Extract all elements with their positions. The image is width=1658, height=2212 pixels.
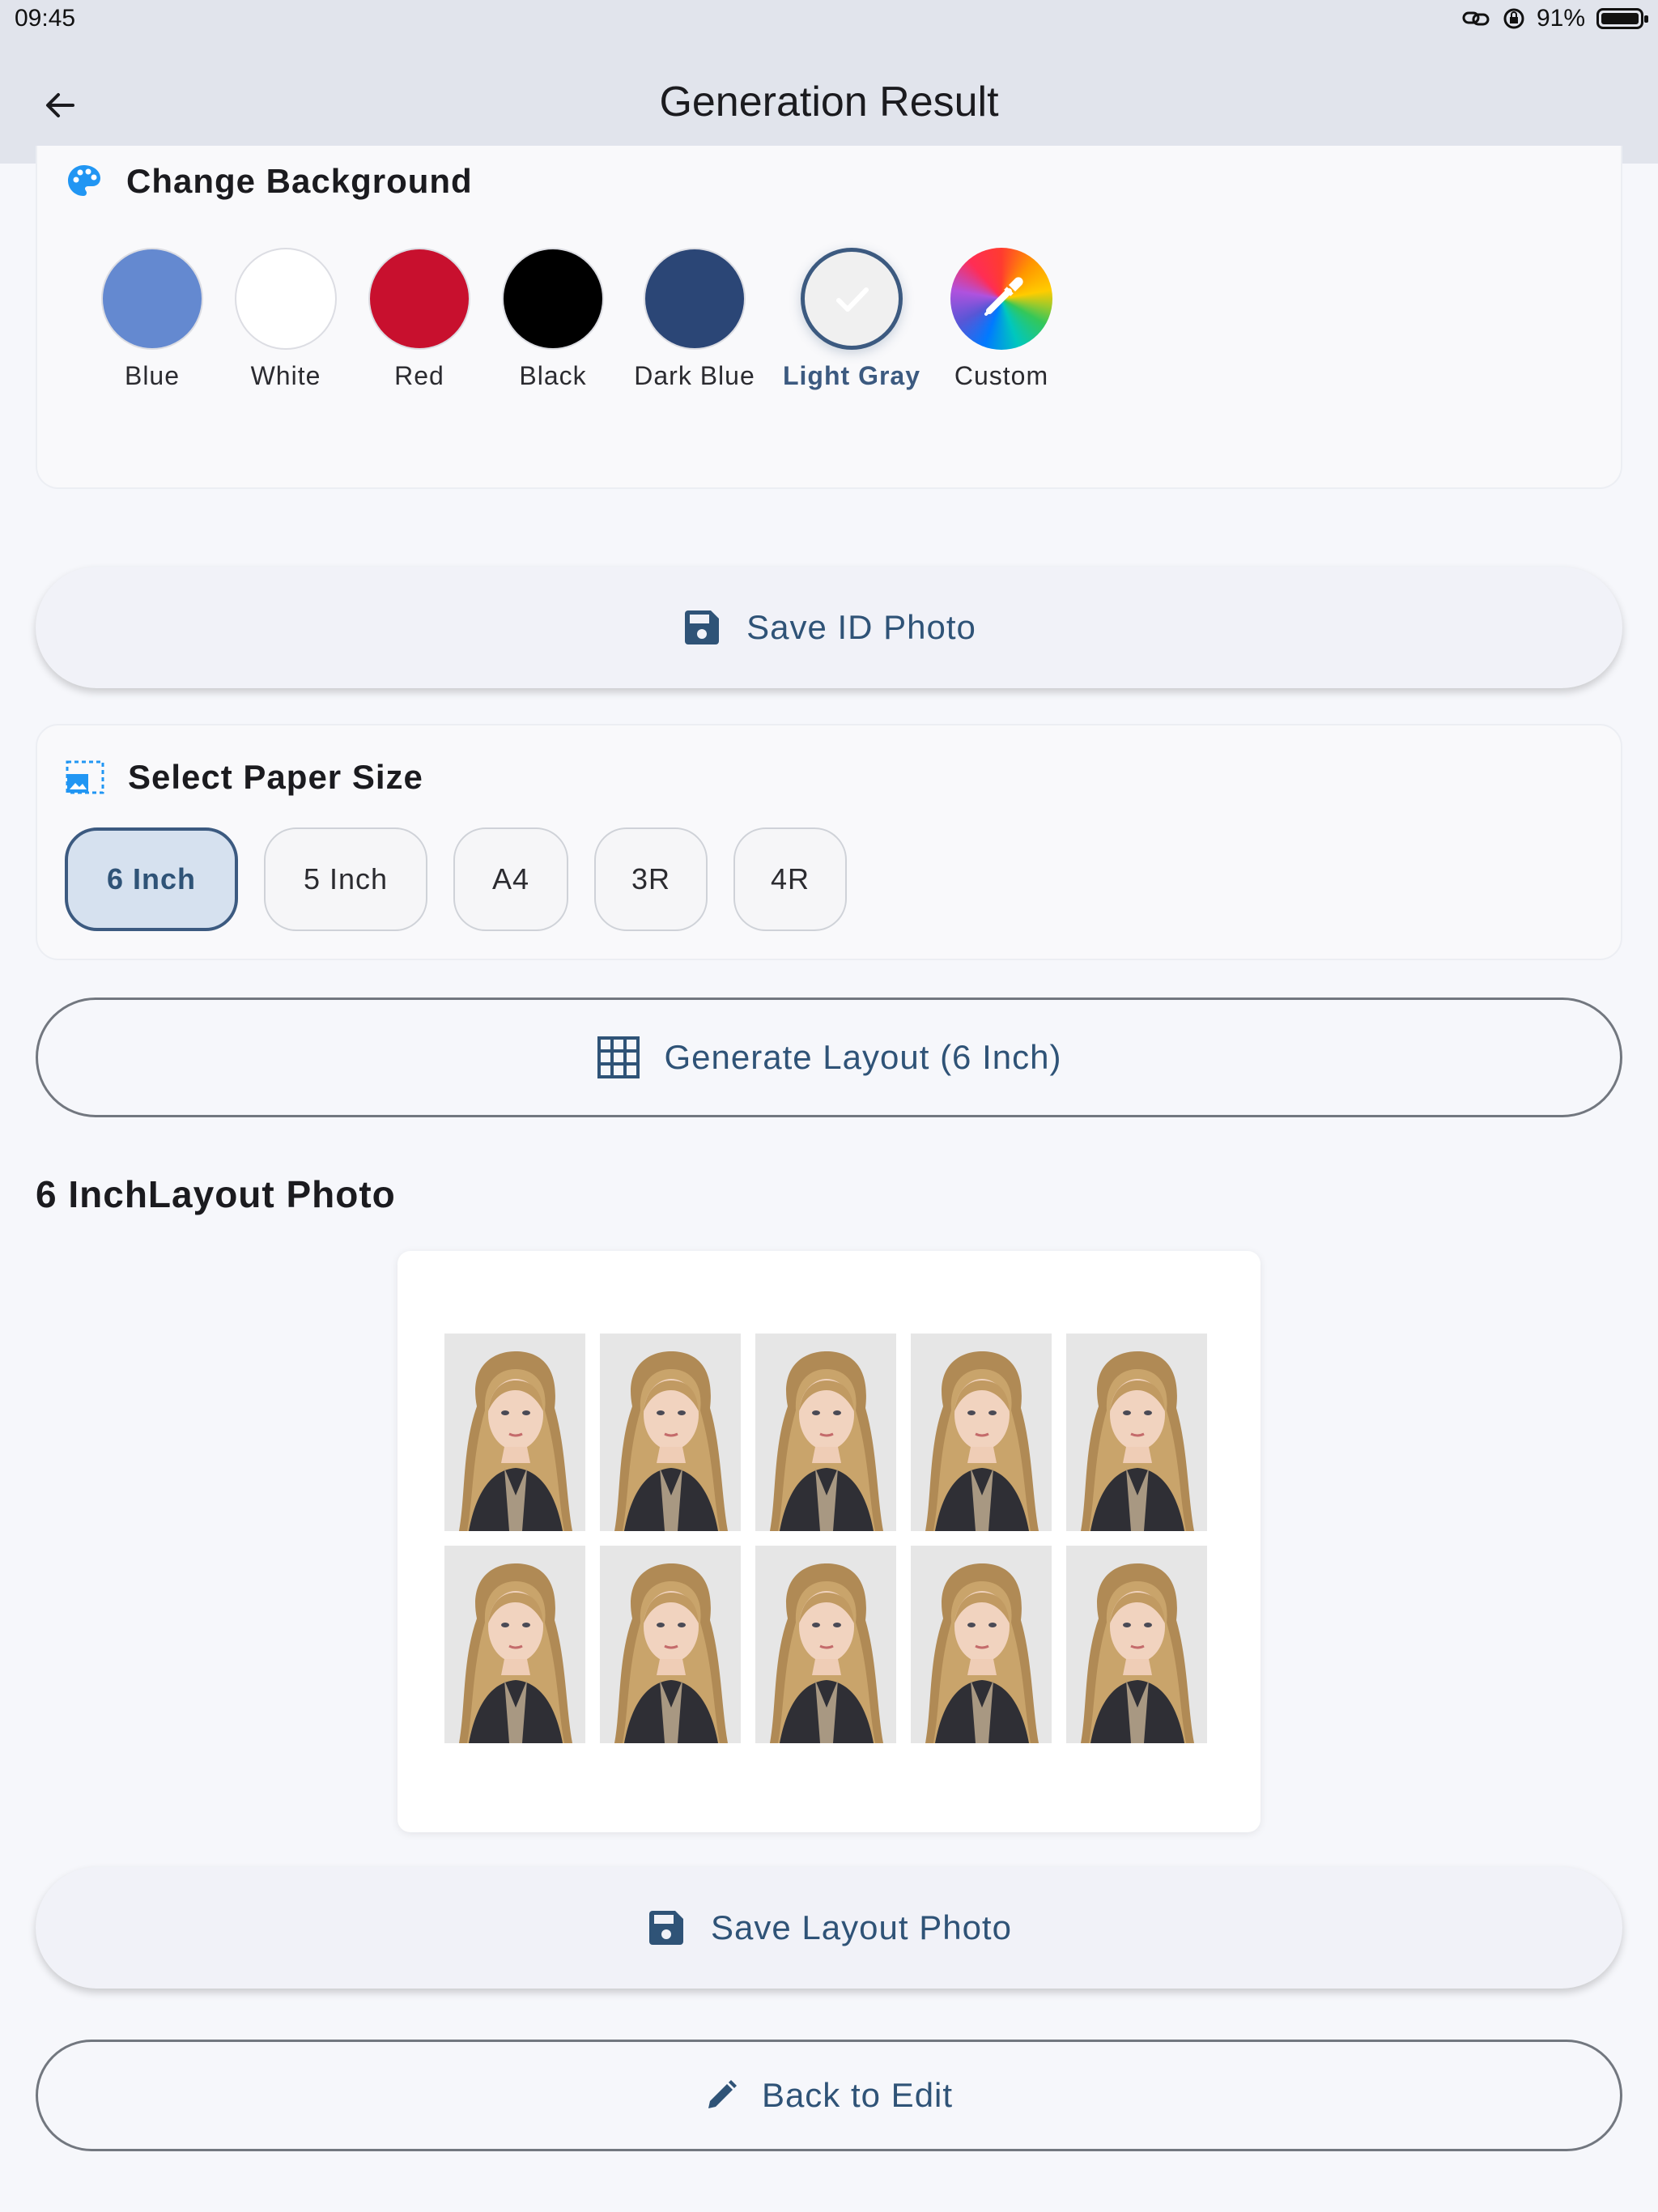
dark-blue-dot (644, 248, 746, 350)
chip-a4[interactable]: A4 (453, 827, 568, 931)
swatch-blue[interactable]: Blue (79, 248, 225, 391)
save-icon (649, 1911, 684, 1945)
palette-icon (68, 165, 100, 196)
save-id-photo-label: Save ID Photo (746, 608, 976, 646)
red-dot (368, 248, 470, 350)
page-title: Generation Result (659, 79, 999, 125)
layout-photo-title: 6 InchLayout Photo (36, 1173, 396, 1215)
swatch-label: Dark Blue (634, 361, 755, 390)
swatch-red[interactable]: Red (346, 248, 492, 391)
grid-icon (597, 1036, 640, 1078)
back-to-edit-label: Back to Edit (761, 2076, 954, 2114)
background-heading: Change Background (65, 162, 473, 201)
swatch-label: Custom (954, 361, 1049, 390)
paper-size-heading: Select Paper Size (65, 758, 423, 797)
white-dot (235, 248, 337, 350)
back-to-edit-button[interactable]: Back to Edit (36, 2040, 1622, 2151)
swatch-light-gray[interactable]: Light Gray (779, 248, 925, 391)
layout-photo-tile (911, 1334, 1052, 1531)
generate-layout-button[interactable]: Generate Layout (6 Inch) (36, 998, 1622, 1117)
layout-photo-tile (1066, 1546, 1207, 1743)
rotation-lock-icon (1503, 8, 1524, 29)
swatch-dark-blue[interactable]: Dark Blue (622, 248, 767, 391)
checkmark-icon (836, 287, 869, 312)
blue-dot (101, 248, 203, 350)
chip-3r[interactable]: 3R (594, 827, 708, 931)
swatch-black[interactable]: Black (480, 248, 626, 391)
swatch-label: Red (394, 361, 444, 390)
save-id-photo-button[interactable]: Save ID Photo (36, 567, 1622, 688)
layout-photo-tile (444, 1546, 585, 1743)
layout-photo-preview (397, 1251, 1261, 1832)
swatch-label: White (250, 361, 321, 390)
save-layout-photo-label: Save Layout Photo (711, 1908, 1012, 1946)
photo-size-icon (66, 760, 104, 794)
black-dot (502, 248, 604, 350)
background-card: Change Background Blue White Red Black D… (36, 146, 1622, 489)
paper-size-heading-label: Select Paper Size (128, 758, 423, 796)
save-layout-photo-button[interactable]: Save Layout Photo (36, 1867, 1622, 1989)
chip-5-inch[interactable]: 5 Inch (264, 827, 427, 931)
layout-photo-tile (755, 1546, 896, 1743)
battery-icon (1596, 8, 1648, 29)
app-bar: 09:45 91% Generation Result (0, 0, 1658, 164)
chip-4r[interactable]: 4R (733, 827, 847, 931)
layout-photo-tile (1066, 1334, 1207, 1531)
layout-photo-tile (600, 1334, 741, 1531)
background-heading-label: Change Background (126, 162, 473, 200)
generate-layout-label: Generate Layout (6 Inch) (664, 1038, 1062, 1076)
swatch-label: Black (519, 361, 587, 390)
swatch-label: Blue (124, 361, 181, 390)
chip-6-inch[interactable]: 6 Inch (65, 827, 238, 931)
save-icon (685, 610, 720, 644)
light-gray-dot (801, 248, 903, 350)
battery-percent: 91% (1536, 5, 1585, 32)
status-icons: 91% (1462, 5, 1648, 32)
link-icon (1462, 11, 1490, 26)
swatch-custom[interactable]: Custom (929, 248, 1074, 391)
swatch-white[interactable]: White (213, 248, 359, 391)
eyedropper-icon (984, 277, 1023, 316)
layout-photo-tile (911, 1546, 1052, 1743)
custom-color-dot (950, 248, 1052, 350)
status-time: 09:45 (15, 5, 76, 32)
pencil-icon (708, 2080, 737, 2108)
swatch-label: Light Gray (782, 361, 920, 390)
layout-photo-tile (755, 1334, 896, 1531)
paper-size-card: Select Paper Size 6 Inch 5 Inch A4 3R 4R (36, 724, 1622, 960)
layout-photo-tile (444, 1334, 585, 1531)
layout-photo-tile (600, 1546, 741, 1743)
